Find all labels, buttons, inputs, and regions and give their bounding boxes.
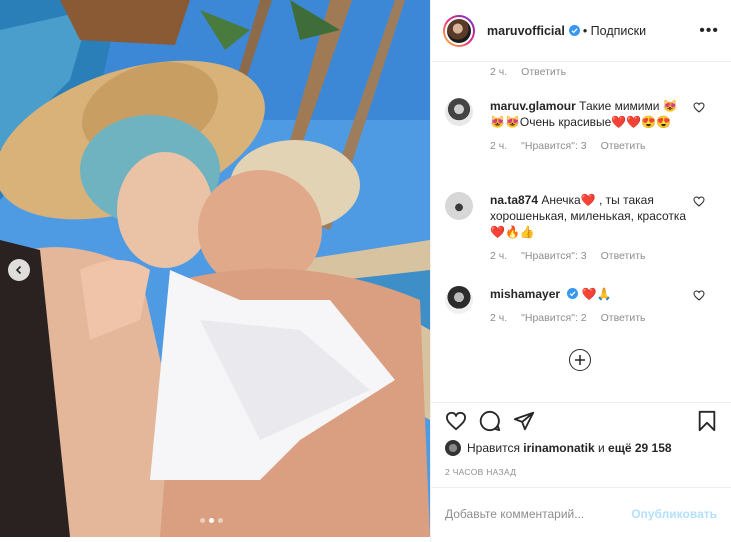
comment-like-heart-icon[interactable]: [693, 102, 705, 113]
comment-meta: 2 ч. "Нравится": 3 Ответить: [490, 138, 690, 154]
commenter-avatar[interactable]: [445, 286, 473, 314]
comment-meta: 2 ч. "Нравится": 3 Ответить: [490, 248, 690, 264]
comment-meta: 2 ч. "Нравится": 2 Ответить: [490, 310, 690, 326]
likes-summary: Нравится irinamonatik и ещё 29 158: [445, 440, 672, 456]
comment-button[interactable]: [479, 410, 501, 432]
carousel-dot: [218, 518, 223, 523]
comment-text: ❤️🙏: [581, 287, 612, 301]
comment-body: mishamayer ❤️🙏 2 ч. "Нравится": 2 Ответи…: [490, 286, 690, 326]
reply-button[interactable]: Ответить: [521, 66, 566, 78]
post-timestamp[interactable]: 2 ЧАСОВ НАЗАД: [445, 467, 516, 477]
likes-prefix: Нравится: [467, 441, 520, 455]
author-username[interactable]: maruvofficial: [487, 24, 565, 38]
carousel-prev-button[interactable]: [8, 259, 30, 281]
likes-and: и: [598, 441, 605, 455]
comment-like-heart-icon[interactable]: [693, 290, 705, 301]
commenter-avatar[interactable]: [445, 98, 473, 126]
bookmark-icon: [698, 410, 716, 431]
liker-avatar[interactable]: [445, 440, 461, 456]
comment-time: 2 ч.: [490, 140, 508, 152]
commenter-username[interactable]: maruv.glamour: [490, 99, 576, 113]
heart-icon: [445, 411, 467, 430]
photo-illustration: [0, 0, 430, 537]
like-button[interactable]: [445, 411, 467, 431]
carousel-dot: [200, 518, 205, 523]
comment-input[interactable]: [445, 506, 632, 521]
reply-button[interactable]: Ответить: [601, 248, 646, 264]
comment-body: na.ta874 Анечка❤️ , ты такая хорошенькая…: [490, 192, 690, 264]
comment-like-heart-icon[interactable]: [693, 196, 705, 207]
likes-others-count[interactable]: ещё 29 158: [608, 441, 672, 455]
follow-status[interactable]: • Подписки: [583, 24, 646, 38]
more-options-icon[interactable]: •••: [699, 22, 719, 40]
comment-likes-count[interactable]: "Нравится": 3: [521, 248, 586, 264]
share-button[interactable]: [513, 410, 535, 432]
comment-bubble-icon: [479, 410, 501, 431]
comment-time: 2 ч.: [490, 66, 508, 78]
author-avatar[interactable]: [443, 14, 475, 47]
commenter-username[interactable]: na.ta874: [490, 193, 538, 207]
comment-body: maruv.glamour Такие мимими 😻😻😻Очень крас…: [490, 98, 690, 154]
comment-time: 2 ч.: [490, 250, 508, 262]
comment-meta-partial: 2 ч. Ответить: [490, 66, 566, 78]
post-side-panel: maruvofficial • Подписки ••• 2 ч. Ответи…: [430, 0, 731, 542]
comments-list: 2 ч. Ответить maruv.glamour Такие мимими…: [431, 62, 731, 402]
reply-button[interactable]: Ответить: [601, 138, 646, 154]
plus-icon: [575, 355, 585, 365]
verified-badge-icon: [567, 288, 579, 299]
chevron-left-icon: [15, 265, 22, 275]
avatar-image: [445, 16, 473, 45]
publish-button[interactable]: Опубликовать: [631, 507, 717, 521]
post-photo: [0, 0, 430, 537]
comment-time: 2 ч.: [490, 312, 508, 324]
load-more-comments-button[interactable]: [569, 349, 591, 371]
comment-item: na.ta874 Анечка❤️ , ты такая хорошенькая…: [445, 192, 717, 264]
post-header: maruvofficial • Подписки •••: [431, 0, 731, 62]
commenter-avatar[interactable]: [445, 192, 473, 220]
liker-username[interactable]: irinamonatik: [523, 441, 594, 455]
save-button[interactable]: [697, 410, 717, 432]
reply-button[interactable]: Ответить: [601, 310, 646, 326]
paper-plane-icon: [513, 411, 535, 430]
comment-likes-count[interactable]: "Нравится": 2: [521, 310, 586, 326]
comment-composer: Опубликовать: [431, 487, 731, 539]
comment-item: mishamayer ❤️🙏 2 ч. "Нравится": 2 Ответи…: [445, 286, 717, 326]
post-actions-bar: [431, 402, 731, 438]
comment-item: maruv.glamour Такие мимими 😻😻😻Очень крас…: [445, 98, 717, 154]
commenter-username[interactable]: mishamayer: [490, 287, 560, 301]
carousel-dot-active: [209, 518, 214, 523]
comment-likes-count[interactable]: "Нравится": 3: [521, 138, 586, 154]
verified-badge-icon: [568, 25, 580, 36]
carousel-indicator: [200, 518, 223, 523]
